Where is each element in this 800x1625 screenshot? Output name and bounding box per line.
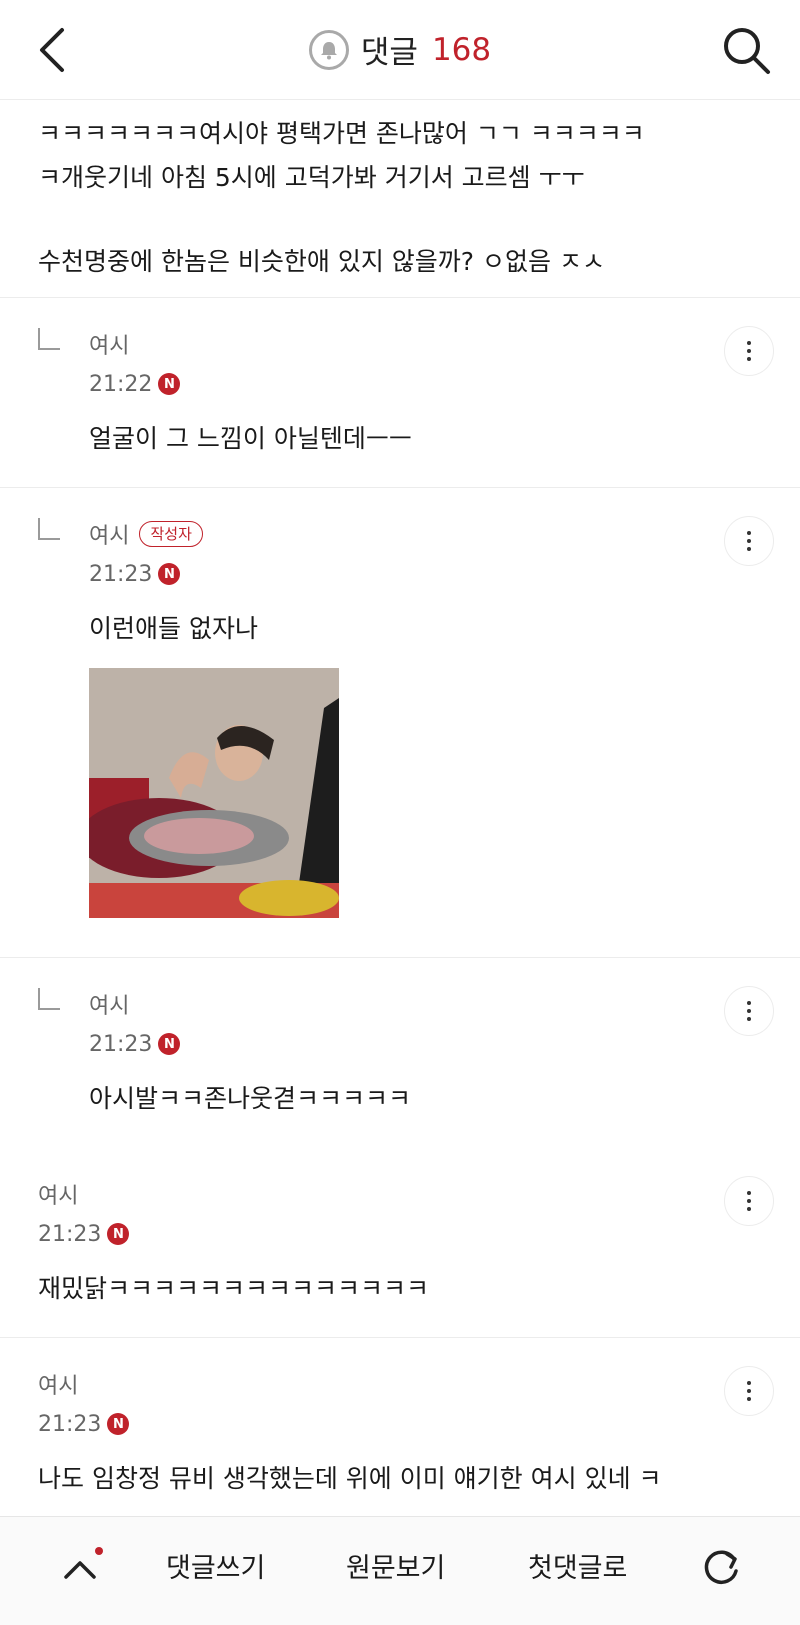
notification-dot bbox=[95, 1547, 103, 1555]
reply-comment: 여시 작성자 21:23 N 이런애들 없자나 bbox=[0, 488, 800, 958]
comment-item: 여시 21:23 N 재밌닭ㅋㅋㅋㅋㅋㅋㅋㅋㅋㅋㅋㅋㅋㅋ bbox=[0, 1148, 800, 1338]
more-options-button[interactable] bbox=[724, 326, 774, 376]
page-title: 댓글 bbox=[360, 35, 418, 71]
reply-indicator-icon bbox=[38, 328, 60, 350]
reply-comment: 여시 21:23 N 아시발ㅋㅋ존나웃겯ㅋㅋㅋㅋㅋ bbox=[0, 958, 800, 1148]
comment-text: 얼굴이 그 느낌이 아닐텐데ㅡㅡ bbox=[89, 424, 412, 453]
writer-badge: 작성자 bbox=[139, 521, 203, 547]
more-options-button[interactable] bbox=[724, 1176, 774, 1226]
comment-time: 21:23 bbox=[89, 561, 153, 587]
comment-text: 아시발ㅋㅋ존나웃겯ㅋㅋㅋㅋㅋ bbox=[89, 1084, 412, 1113]
attached-photo[interactable] bbox=[89, 668, 339, 918]
comment-time: 21:23 bbox=[89, 1031, 153, 1057]
header-title-group: 댓글 168 bbox=[0, 0, 800, 99]
more-options-button[interactable] bbox=[724, 516, 774, 566]
comment-time: 21:23 bbox=[38, 1221, 102, 1247]
new-badge: N bbox=[107, 1413, 130, 1435]
reply-indicator-icon bbox=[38, 988, 60, 1010]
comment-time: 21:23 bbox=[38, 1411, 102, 1437]
more-options-button[interactable] bbox=[724, 1366, 774, 1416]
new-badge: N bbox=[158, 563, 181, 585]
comment-text: 이런애들 없자나 bbox=[89, 614, 258, 643]
search-icon[interactable] bbox=[718, 22, 774, 78]
comment-author[interactable]: 여시 bbox=[89, 518, 129, 550]
comment-item: 여시 21:23 N 나도 임창정 뮤비 생각했는데 위에 이미 얘기한 여시 … bbox=[0, 1338, 800, 1538]
first-comment-button[interactable]: 첫댓글로 bbox=[528, 1547, 627, 1591]
comment-author[interactable]: 여시 bbox=[89, 328, 129, 360]
comment-text: 나도 임창정 뮤비 생각했는데 위에 이미 얘기한 여시 있네 ㅋ bbox=[38, 1464, 662, 1493]
parent-comment-line: 수천명중에 한놈은 비슷한애 있지 않을까? ㅇ없음 ㅈㅅ bbox=[38, 247, 605, 276]
top-bar: 댓글 168 bbox=[0, 0, 800, 100]
new-badge: N bbox=[107, 1223, 130, 1245]
view-original-button[interactable]: 원문보기 bbox=[346, 1547, 445, 1591]
reply-indicator-icon bbox=[38, 518, 60, 540]
new-badge: N bbox=[158, 373, 181, 395]
comment-list: ㅋㅋㅋㅋㅋㅋㅋ여시야 평택가면 존나많어 ㄱㄱ ㅋㅋㅋㅋㅋ ㅋ개웃기네 아침 5… bbox=[0, 100, 800, 1538]
comment-text: 재밌닭ㅋㅋㅋㅋㅋㅋㅋㅋㅋㅋㅋㅋㅋㅋ bbox=[38, 1274, 430, 1303]
refresh-icon[interactable] bbox=[698, 1545, 744, 1591]
bottom-action-bar: 댓글쓰기 원문보기 첫댓글로 bbox=[0, 1516, 800, 1625]
parent-comment-line: ㅋ개웃기네 아침 5시에 고덕가봐 거기서 고르셈 ㅜㅜ bbox=[38, 163, 585, 192]
comment-author[interactable]: 여시 bbox=[89, 988, 129, 1020]
comment-author[interactable]: 여시 bbox=[38, 1178, 78, 1210]
reply-comment: 여시 21:22 N 얼굴이 그 느낌이 아닐텐데ㅡㅡ bbox=[0, 298, 800, 488]
parent-comment-line: ㅋㅋㅋㅋㅋㅋㅋ여시야 평택가면 존나많어 ㄱㄱ ㅋㅋㅋㅋㅋ bbox=[38, 119, 645, 148]
bell-icon[interactable] bbox=[308, 29, 349, 70]
write-comment-button[interactable]: 댓글쓰기 bbox=[166, 1547, 265, 1591]
comment-author[interactable]: 여시 bbox=[38, 1368, 78, 1400]
more-options-button[interactable] bbox=[724, 986, 774, 1036]
comment-time: 21:22 bbox=[89, 371, 153, 397]
parent-comment-text: ㅋㅋㅋㅋㅋㅋㅋ여시야 평택가면 존나많어 ㄱㄱ ㅋㅋㅋㅋㅋ ㅋ개웃기네 아침 5… bbox=[0, 100, 800, 298]
new-badge: N bbox=[158, 1033, 181, 1055]
comment-count: 168 bbox=[431, 31, 492, 68]
